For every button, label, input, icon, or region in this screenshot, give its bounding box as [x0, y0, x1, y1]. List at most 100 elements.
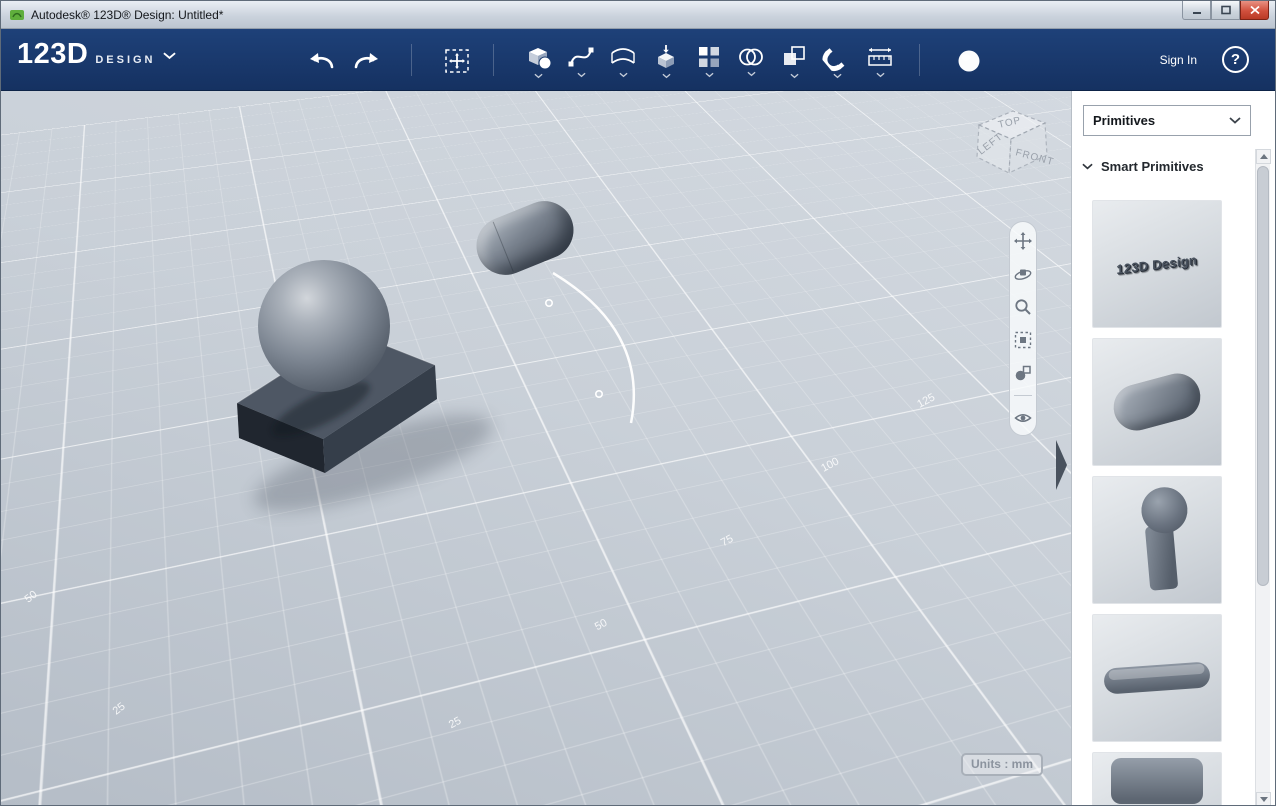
combine-icon	[784, 45, 805, 65]
grouping-button[interactable]	[733, 37, 769, 85]
rounded-bar-primitive	[1103, 661, 1211, 695]
toolbar-separator	[411, 44, 412, 76]
app-icon	[9, 7, 25, 23]
help-button[interactable]: ?	[1222, 46, 1249, 73]
partial-primitive	[1111, 758, 1203, 804]
combine-button[interactable]	[776, 37, 812, 85]
thumbnail-capsule[interactable]	[1092, 338, 1222, 466]
measure-icon	[868, 47, 892, 66]
transform-icon	[445, 49, 469, 73]
scrollbar-up-button[interactable]	[1256, 149, 1271, 164]
grouping-icon	[739, 48, 763, 65]
toolbar-separator	[919, 44, 920, 76]
construct-icon	[611, 47, 635, 64]
thumbnail-partial[interactable]	[1092, 752, 1222, 805]
redo-icon	[354, 53, 378, 69]
primitives-icon	[529, 47, 552, 69]
capsule-primitive	[1108, 368, 1206, 436]
app-menu[interactable]: 123D DESIGN	[17, 40, 176, 69]
collapse-panel-arrow-icon[interactable]	[1055, 439, 1069, 491]
viewport-3d[interactable]: 50 25 25 50 75 100 125 TOP LEFT FRONT Un…	[1, 91, 1073, 805]
extruded-text-primitive: 123D Design	[1116, 251, 1198, 277]
scene-layer	[236, 271, 636, 512]
chevron-down-icon	[746, 71, 756, 76]
redo-button[interactable]	[349, 37, 385, 85]
title-bar[interactable]: Autodesk® 123D® Design: Untitled*	[1, 1, 1275, 29]
transform-button[interactable]	[439, 37, 475, 85]
thumbnail-key[interactable]	[1092, 476, 1222, 604]
sphere-object[interactable]	[258, 260, 390, 392]
orbit-button[interactable]	[1012, 263, 1034, 285]
primitives-button[interactable]	[520, 37, 556, 85]
chevron-down-icon	[576, 72, 586, 77]
units-badge[interactable]: Units : mm	[960, 753, 1043, 776]
chevron-down-icon	[661, 73, 671, 78]
chevron-down-icon	[533, 73, 543, 78]
sketch-button[interactable]	[563, 37, 599, 85]
close-button[interactable]	[1240, 1, 1269, 20]
modify-button[interactable]	[648, 37, 684, 85]
sketch-icon	[568, 47, 594, 66]
thumbnail-123d-design-text[interactable]: 123D Design	[1092, 200, 1222, 328]
maximize-icon	[1220, 5, 1231, 15]
category-dropdown-value: Primitives	[1093, 113, 1156, 128]
pattern-icon	[699, 46, 719, 67]
measure-button[interactable]	[862, 37, 898, 85]
orbit-icon	[1014, 269, 1032, 280]
chevron-down-icon	[789, 73, 799, 78]
thumbnail-rounded-bar[interactable]	[1092, 614, 1222, 742]
scroll-up-icon	[1259, 154, 1268, 159]
panel-scrollbar[interactable]	[1255, 149, 1271, 805]
key-stem	[1144, 524, 1179, 591]
materials-button[interactable]	[951, 37, 987, 85]
zoom-icon	[1015, 299, 1031, 315]
snap-icon	[822, 47, 845, 71]
toolbar-separator	[493, 44, 494, 76]
pattern-button[interactable]	[691, 37, 727, 85]
main-toolbar: 123D DESIGN Sign In ?	[1, 29, 1275, 91]
pan-button[interactable]	[1012, 230, 1034, 252]
sign-in-button[interactable]: Sign In	[1160, 53, 1197, 67]
scroll-down-icon	[1259, 797, 1268, 802]
right-panel: Primitives Smart Primitives 123D Design	[1071, 91, 1275, 805]
undo-icon	[310, 53, 334, 69]
arc-sketch-object[interactable]	[544, 271, 636, 424]
category-dropdown[interactable]: Primitives	[1083, 105, 1251, 136]
zoom-button[interactable]	[1012, 296, 1034, 318]
chevron-down-icon	[1082, 163, 1093, 170]
minimize-icon	[1192, 12, 1201, 14]
materials-icon	[958, 50, 980, 72]
chevron-down-icon	[875, 72, 885, 77]
chevron-down-icon	[704, 72, 714, 77]
chevron-down-icon	[618, 72, 628, 77]
snap-button[interactable]	[819, 37, 855, 85]
app-window: Autodesk® 123D® Design: Untitled* 123D D…	[0, 0, 1276, 806]
section-title: Smart Primitives	[1101, 159, 1204, 174]
close-icon	[1249, 5, 1260, 15]
scrollbar-thumb[interactable]	[1257, 166, 1269, 586]
maximize-button[interactable]	[1211, 1, 1240, 20]
visibility-button[interactable]	[1012, 407, 1034, 429]
display-mode-icon	[1015, 365, 1031, 381]
view-cube[interactable]: TOP LEFT FRONT	[961, 99, 1056, 189]
minimize-button[interactable]	[1182, 1, 1211, 20]
undo-button[interactable]	[303, 37, 339, 85]
visibility-icon	[1014, 414, 1032, 422]
pan-icon	[1014, 232, 1032, 250]
chevron-down-icon	[162, 52, 176, 60]
key-primitive	[1118, 485, 1197, 595]
fit-view-icon	[1014, 331, 1032, 349]
brand-sub-label: DESIGN	[95, 54, 156, 66]
construct-button[interactable]	[605, 37, 641, 85]
window-controls	[1182, 1, 1269, 20]
scrollbar-down-button[interactable]	[1256, 792, 1271, 805]
fit-view-button[interactable]	[1012, 329, 1034, 351]
modify-icon	[658, 44, 674, 68]
display-mode-button[interactable]	[1012, 362, 1034, 384]
help-glyph: ?	[1230, 51, 1241, 68]
navigation-divider	[1014, 395, 1032, 396]
brand-logo: 123D	[17, 38, 89, 70]
window-title: Autodesk® 123D® Design: Untitled*	[31, 7, 224, 22]
chevron-down-icon	[1229, 117, 1241, 124]
section-header-smart-primitives[interactable]: Smart Primitives	[1082, 159, 1204, 174]
